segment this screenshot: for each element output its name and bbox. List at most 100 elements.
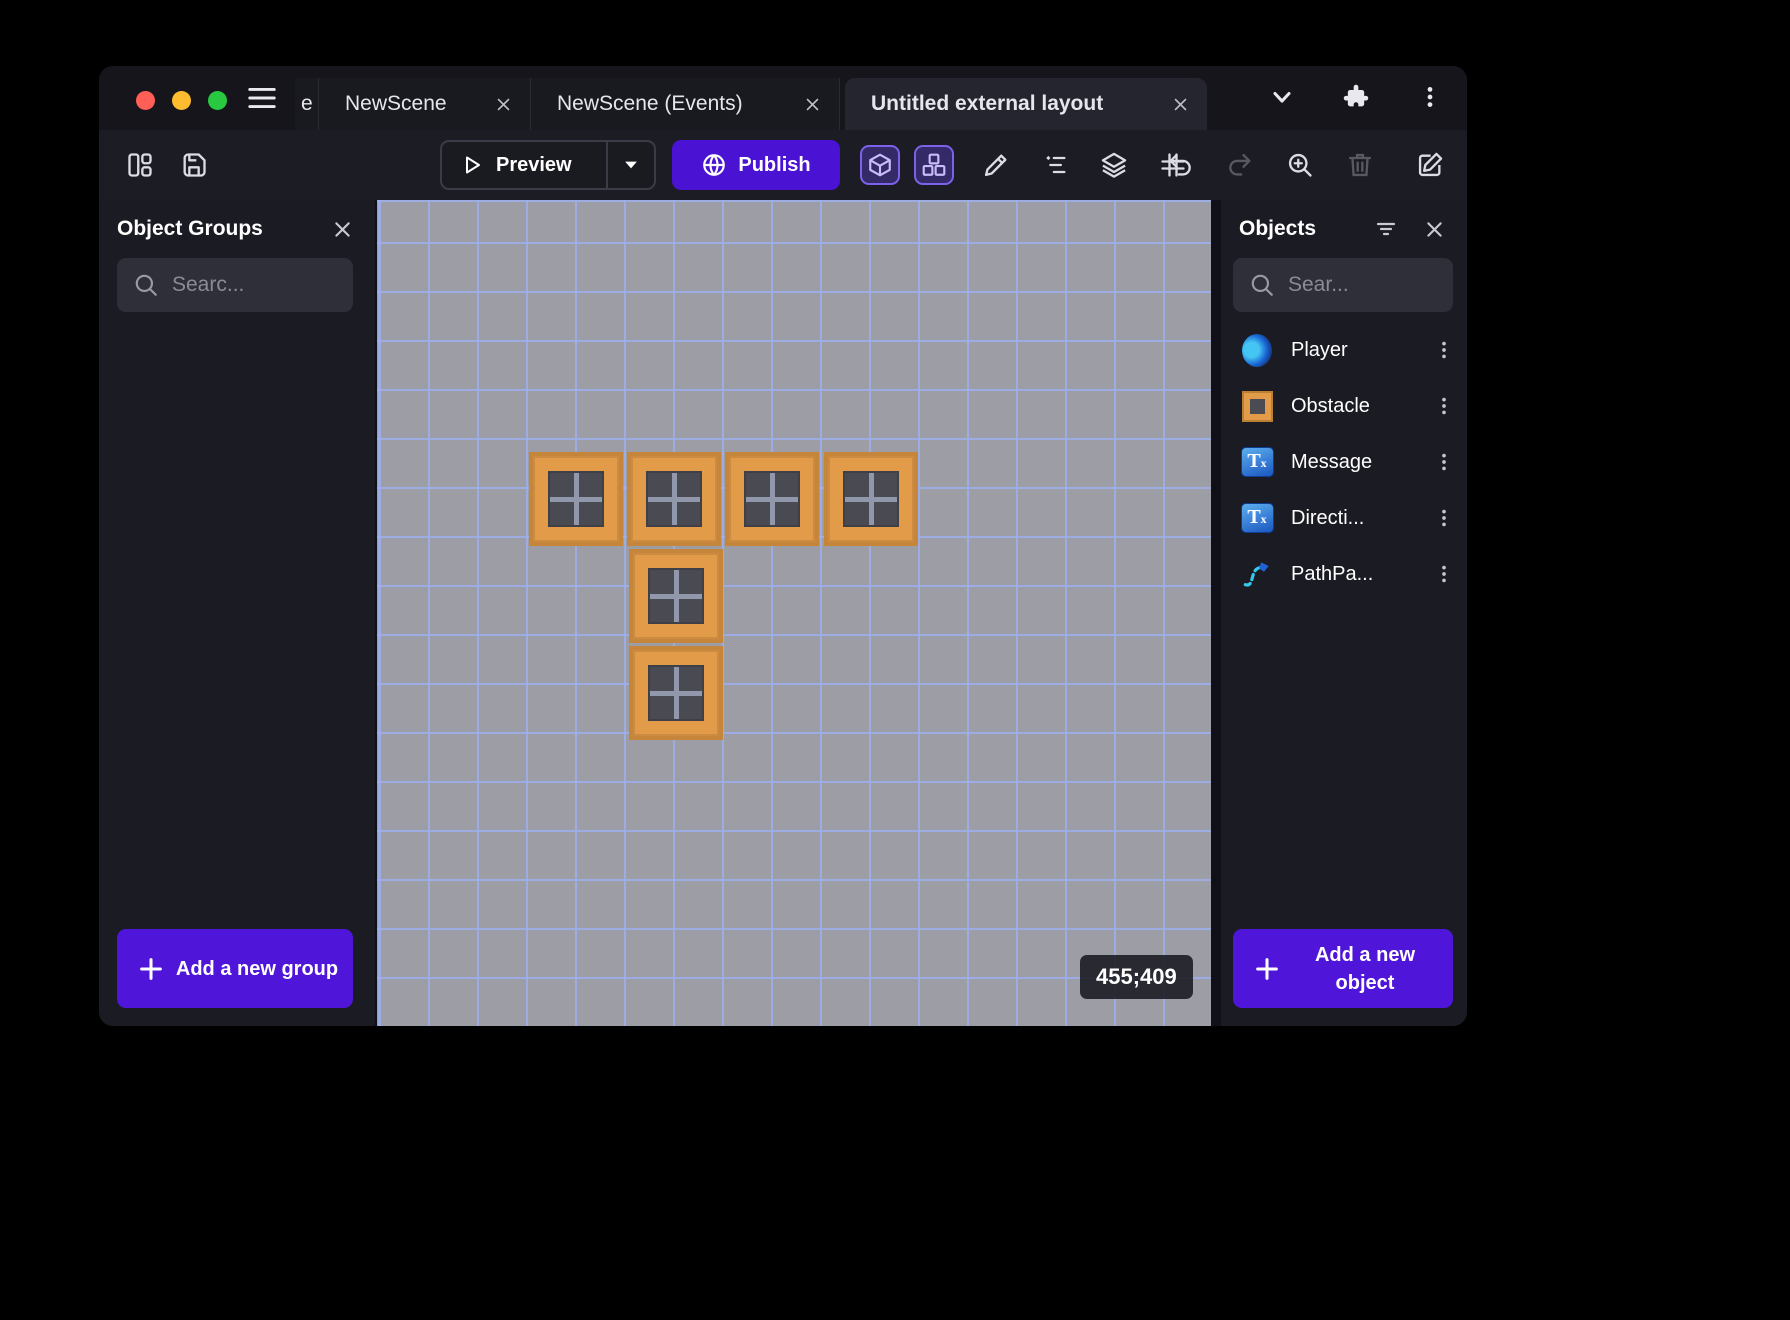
undo-button[interactable] xyxy=(1163,148,1197,182)
extensions-button[interactable] xyxy=(1339,80,1373,114)
object-groups-panel: Object Groups Add a new group xyxy=(99,200,375,1026)
kebab-icon xyxy=(1417,84,1443,110)
obstacle-instance[interactable] xyxy=(629,549,723,643)
object-menu-button[interactable] xyxy=(1429,388,1459,424)
zoom-window-button[interactable] xyxy=(208,91,227,110)
plus-icon xyxy=(1253,955,1281,983)
preview-button[interactable]: Preview xyxy=(442,142,606,188)
path-icon xyxy=(1239,556,1275,592)
obstacle-instance[interactable] xyxy=(529,452,623,546)
objects-title: Objects xyxy=(1239,217,1351,241)
close-icon xyxy=(495,96,512,113)
object-row-directions[interactable]: Tx Directi... xyxy=(1221,490,1467,546)
object-menu-button[interactable] xyxy=(1429,500,1459,536)
save-button[interactable] xyxy=(177,148,211,182)
obstacle-instance-core xyxy=(746,473,798,525)
more-tabs-button[interactable] xyxy=(1265,80,1299,114)
content-area: Object Groups Add a new group 455;40 xyxy=(99,200,1467,1026)
object-menu-button[interactable] xyxy=(1429,332,1459,368)
object-menu-button[interactable] xyxy=(1429,556,1459,592)
close-icon xyxy=(804,96,821,113)
publish-button[interactable]: Publish xyxy=(672,140,840,190)
add-group-button[interactable]: Add a new group xyxy=(117,929,353,1008)
add-object-label: Add a new object xyxy=(1291,941,1439,997)
cube-icon xyxy=(867,152,893,178)
tab-close-button[interactable] xyxy=(492,93,514,115)
delete-button[interactable] xyxy=(1343,148,1377,182)
filter-icon xyxy=(1374,217,1398,241)
pencil-icon xyxy=(982,151,1010,179)
toolbar: Preview Publish xyxy=(99,130,1467,200)
close-icon xyxy=(1172,96,1189,113)
edit-object-button[interactable] xyxy=(979,148,1013,182)
object-label: Player xyxy=(1291,339,1429,362)
minimize-window-button[interactable] xyxy=(172,91,191,110)
dashboard-icon xyxy=(126,151,154,179)
objects-search-input[interactable] xyxy=(1288,273,1441,297)
obstacle-instance[interactable] xyxy=(627,452,721,546)
edit-note-icon xyxy=(1416,151,1444,179)
add-object-button[interactable]: Add a new object xyxy=(1233,929,1453,1008)
canvas-wrap: 455;409 xyxy=(375,200,1213,1026)
zoom-in-icon xyxy=(1286,151,1314,179)
obstacle-instance[interactable] xyxy=(824,452,918,546)
close-icon xyxy=(332,219,353,240)
obstacle-instance[interactable] xyxy=(725,452,819,546)
object-row-pathpainter[interactable]: PathPa... xyxy=(1221,546,1467,602)
tab-close-button[interactable] xyxy=(801,93,823,115)
text-object-icon: Tx xyxy=(1239,500,1275,536)
tab-label: NewScene xyxy=(345,92,478,116)
edit-scene-properties-button[interactable] xyxy=(1413,148,1447,182)
kebab-icon xyxy=(1433,563,1455,585)
close-icon xyxy=(1424,219,1445,240)
preview-options-button[interactable] xyxy=(608,142,654,188)
object-row-obstacle[interactable]: Obstacle xyxy=(1221,378,1467,434)
toggle-instances-view-button[interactable] xyxy=(914,145,954,185)
object-row-player[interactable]: Player xyxy=(1221,322,1467,378)
project-manager-button[interactable] xyxy=(123,148,157,182)
object-row-message[interactable]: Tx Message xyxy=(1221,434,1467,490)
panel-divider xyxy=(1213,200,1221,1026)
object-menu-button[interactable] xyxy=(1429,444,1459,480)
object-label: Obstacle xyxy=(1291,395,1429,418)
tab-newscene-events[interactable]: NewScene (Events) xyxy=(531,78,840,130)
tab-untitled-external-layout[interactable]: Untitled external layout xyxy=(845,78,1207,130)
puzzle-icon xyxy=(1342,83,1370,111)
publish-label: Publish xyxy=(738,154,810,177)
toggle-3d-view-button[interactable] xyxy=(860,145,900,185)
obstacle-instance[interactable] xyxy=(629,646,723,740)
filter-objects-button[interactable] xyxy=(1373,216,1399,242)
cursor-coordinates-badge: 455;409 xyxy=(1080,955,1193,999)
objects-header: Objects xyxy=(1221,200,1467,242)
kebab-icon xyxy=(1433,507,1455,529)
object-label: Directi... xyxy=(1291,507,1429,530)
scene-canvas[interactable]: 455;409 xyxy=(377,200,1211,1026)
close-objects-button[interactable] xyxy=(1421,216,1447,242)
objects-list: Player Obstacle Tx Message Tx xyxy=(1221,322,1467,602)
object-label: Message xyxy=(1291,451,1429,474)
zoom-in-button[interactable] xyxy=(1283,148,1317,182)
object-groups-search-input[interactable] xyxy=(172,273,341,297)
undo-icon xyxy=(1166,151,1194,179)
obstacle-instance-core xyxy=(845,473,897,525)
instances-list-button[interactable] xyxy=(1038,148,1072,182)
play-icon xyxy=(460,153,484,177)
redo-button[interactable] xyxy=(1223,148,1257,182)
toolbar-right-group xyxy=(1163,148,1447,182)
tab-label: Untitled external layout xyxy=(871,92,1155,116)
tab-newscene[interactable]: NewScene xyxy=(319,78,531,130)
toolbar-left-group xyxy=(123,148,211,182)
redo-icon xyxy=(1226,151,1254,179)
cubes-icon xyxy=(921,152,947,178)
close-object-groups-button[interactable] xyxy=(329,216,355,242)
titlebar: e NewScene NewScene (Events) Untitled ex… xyxy=(99,66,1467,130)
kebab-icon xyxy=(1433,395,1455,417)
close-window-button[interactable] xyxy=(136,91,155,110)
layers-button[interactable] xyxy=(1097,148,1131,182)
window-menu-button[interactable] xyxy=(1413,80,1447,114)
tab-close-button[interactable] xyxy=(1169,93,1191,115)
layers-icon xyxy=(1100,151,1128,179)
main-menu-button[interactable] xyxy=(245,86,279,112)
tab-partial[interactable]: e xyxy=(295,78,319,130)
obstacle-instance-core xyxy=(650,570,702,622)
